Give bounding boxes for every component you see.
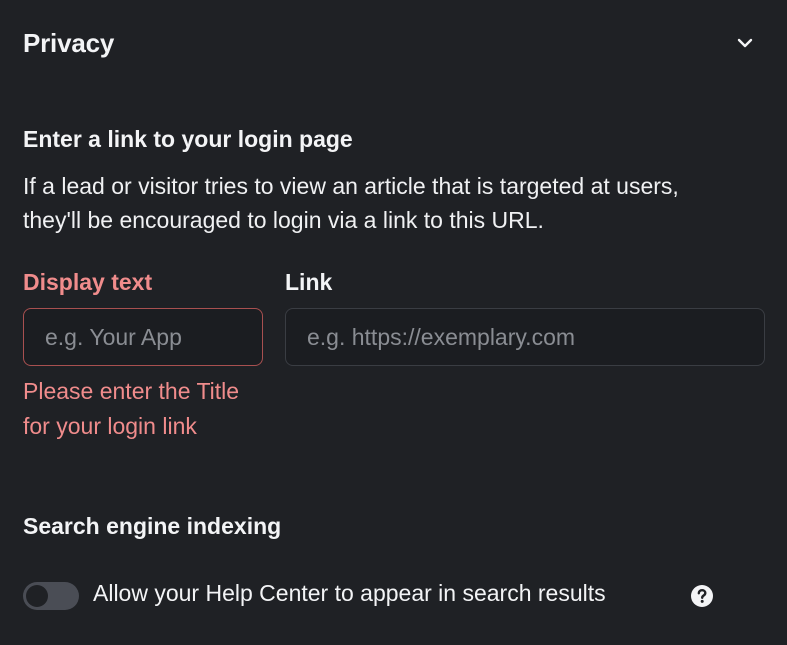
link-label: Link <box>285 269 333 295</box>
search-indexing-toggle[interactable] <box>23 582 79 610</box>
display-text-input[interactable] <box>23 308 263 366</box>
chevron-down-icon[interactable] <box>733 31 757 55</box>
search-indexing-toggle-label: Allow your Help Center to appear in sear… <box>93 580 606 606</box>
display-text-error: Please enter the Title for your login li… <box>23 378 240 439</box>
section-title: Privacy <box>23 28 115 58</box>
link-input[interactable] <box>285 308 765 366</box>
privacy-panel: Privacy Enter a link to your login page … <box>0 0 787 645</box>
question-circle-icon[interactable] <box>690 584 714 608</box>
login-description: If a lead or visitor tries to view an ar… <box>23 173 679 233</box>
search-indexing-heading: Search engine indexing <box>23 513 282 539</box>
toggle-knob <box>26 585 48 607</box>
display-text-label: Display text <box>23 269 153 295</box>
login-heading: Enter a link to your login page <box>23 126 353 152</box>
